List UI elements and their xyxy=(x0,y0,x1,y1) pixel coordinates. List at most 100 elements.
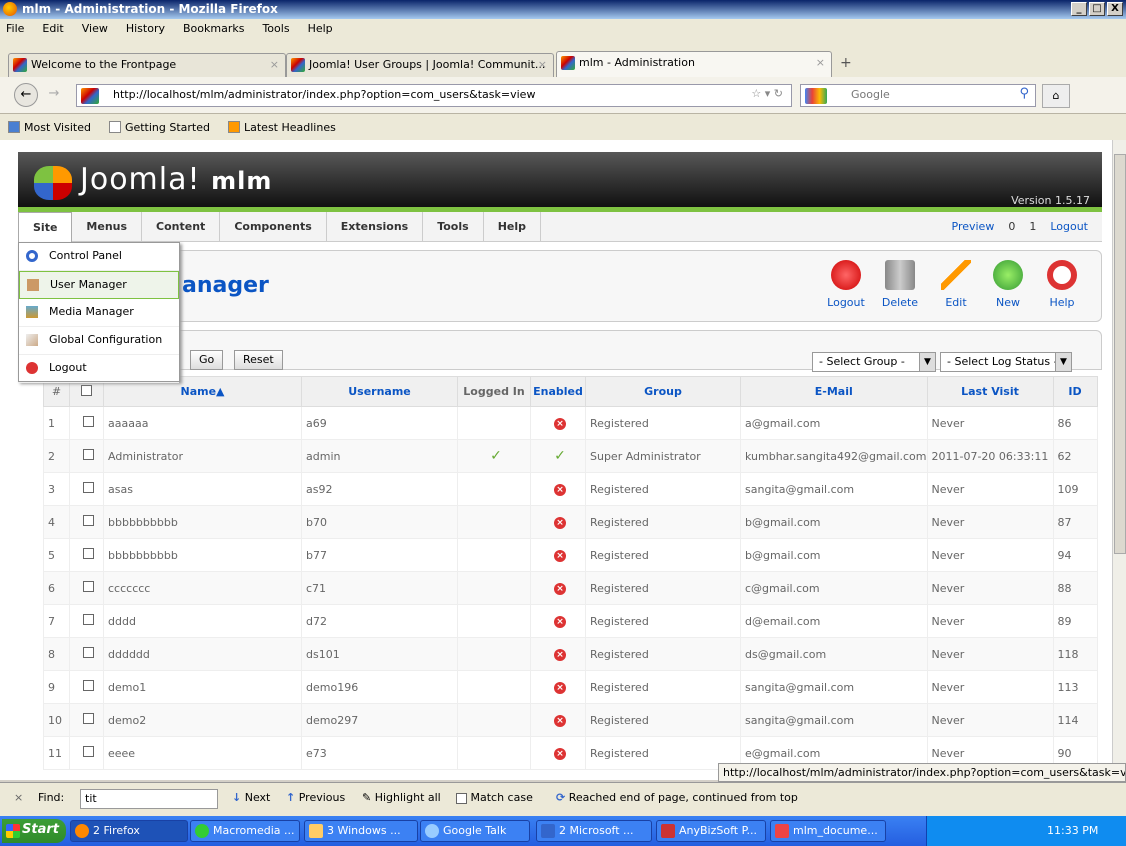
row-checkbox[interactable] xyxy=(69,703,104,737)
email-link[interactable]: b@gmail.com xyxy=(740,505,928,539)
taskbar-firefox[interactable]: 2 Firefox xyxy=(70,820,188,842)
taskbar-macromedia[interactable]: Macromedia ... xyxy=(190,820,300,842)
col-last-visit[interactable]: Last Visit xyxy=(926,376,1054,407)
menu-view[interactable]: View xyxy=(82,22,108,36)
row-checkbox[interactable] xyxy=(69,538,104,572)
taskbar-google-talk[interactable]: Google Talk xyxy=(420,820,530,842)
user-name-link[interactable]: dddddd xyxy=(103,637,302,671)
enabled-toggle[interactable]: × xyxy=(530,703,586,737)
enabled-toggle[interactable]: × xyxy=(530,505,586,539)
help-button[interactable]: Help xyxy=(1038,252,1086,309)
search-icon[interactable]: ⚲ xyxy=(1019,86,1029,101)
logout-link[interactable]: Logout xyxy=(1050,220,1088,233)
user-name-link[interactable]: demo2 xyxy=(103,703,302,737)
row-select-checkbox[interactable] xyxy=(83,647,94,658)
find-next-button[interactable]: ↓ Next xyxy=(232,791,270,804)
menu-control-panel[interactable]: Control Panel xyxy=(19,243,179,271)
messages-count[interactable]: 0 xyxy=(1008,220,1015,233)
user-name-link[interactable]: eeee xyxy=(103,736,302,770)
col-logged-in[interactable]: Logged In xyxy=(457,376,531,407)
user-name-link[interactable]: demo1 xyxy=(103,670,302,704)
user-name-link[interactable]: bbbbbbbbbb xyxy=(103,538,302,572)
bookmark-most-visited[interactable]: Most Visited xyxy=(8,119,91,135)
bookmark-latest-headlines[interactable]: Latest Headlines xyxy=(228,119,336,135)
go-button[interactable]: Go xyxy=(190,350,224,370)
users-count[interactable]: 1 xyxy=(1029,220,1036,233)
home-icon[interactable]: ⌂ xyxy=(1042,84,1070,108)
highlight-all-button[interactable]: ✎ Highlight all xyxy=(362,791,441,804)
match-case-checkbox[interactable]: Match case xyxy=(456,791,533,804)
enabled-toggle[interactable]: ✓ xyxy=(530,439,586,473)
enabled-toggle[interactable]: × xyxy=(530,406,586,440)
url-bar[interactable]: http://localhost/mlm/administrator/index… xyxy=(76,84,792,107)
tab-joomla-groups[interactable]: Joomla! User Groups | Joomla! Communit..… xyxy=(286,53,554,77)
enabled-toggle[interactable]: × xyxy=(530,604,586,638)
taskbar-anybizsoft[interactable]: AnyBizSoft P... xyxy=(656,820,766,842)
tab-close-icon[interactable]: × xyxy=(270,58,279,71)
delete-button[interactable]: Delete xyxy=(876,252,924,309)
row-select-checkbox[interactable] xyxy=(83,746,94,757)
maximize-button[interactable]: □ xyxy=(1089,2,1105,16)
menu-bookmarks[interactable]: Bookmarks xyxy=(183,22,244,36)
user-name-link[interactable]: bbbbbbbbbb xyxy=(103,505,302,539)
row-select-checkbox[interactable] xyxy=(83,449,94,460)
reset-button[interactable]: Reset xyxy=(234,350,283,370)
search-input[interactable]: Google ⚲ xyxy=(800,84,1036,107)
row-checkbox[interactable] xyxy=(69,670,104,704)
enabled-toggle[interactable]: × xyxy=(530,637,586,671)
row-select-checkbox[interactable] xyxy=(83,614,94,625)
tab-close-icon[interactable]: × xyxy=(538,58,547,71)
row-select-checkbox[interactable] xyxy=(83,515,94,526)
email-link[interactable]: d@email.com xyxy=(740,604,928,638)
menu-edit[interactable]: Edit xyxy=(42,22,63,36)
reload-icon[interactable]: ☆ ▾ ↻ xyxy=(751,87,783,100)
find-close-icon[interactable]: × xyxy=(14,791,23,804)
row-select-checkbox[interactable] xyxy=(83,416,94,427)
row-checkbox[interactable] xyxy=(69,472,104,506)
row-select-checkbox[interactable] xyxy=(83,713,94,724)
menu-tools[interactable]: Tools xyxy=(262,22,289,36)
email-link[interactable]: sangita@gmail.com xyxy=(740,670,928,704)
row-checkbox[interactable] xyxy=(69,406,104,440)
edit-button[interactable]: Edit xyxy=(932,252,980,309)
tab-frontpage[interactable]: Welcome to the Frontpage × xyxy=(8,53,286,77)
taskbar-microsoft[interactable]: 2 Microsoft ... xyxy=(536,820,652,842)
enabled-toggle[interactable]: × xyxy=(530,670,586,704)
row-select-checkbox[interactable] xyxy=(83,581,94,592)
tab-mlm-admin[interactable]: mlm - Administration × xyxy=(556,51,832,77)
email-link[interactable]: b@gmail.com xyxy=(740,538,928,572)
bookmark-getting-started[interactable]: Getting Started xyxy=(108,119,210,135)
row-checkbox[interactable] xyxy=(69,505,104,539)
row-select-checkbox[interactable] xyxy=(83,680,94,691)
taskbar-windows[interactable]: 3 Windows ... xyxy=(304,820,418,842)
tab-close-icon[interactable]: × xyxy=(816,56,825,69)
email-link[interactable]: ds@gmail.com xyxy=(740,637,928,671)
user-name-link[interactable]: ccccccc xyxy=(103,571,302,605)
row-checkbox[interactable] xyxy=(69,736,104,770)
user-name-link[interactable]: Administrator xyxy=(103,439,302,473)
email-link[interactable]: a@gmail.com xyxy=(740,406,928,440)
start-button[interactable]: Start xyxy=(2,819,66,843)
enabled-toggle[interactable]: × xyxy=(530,538,586,572)
user-name-link[interactable]: dddd xyxy=(103,604,302,638)
row-checkbox[interactable] xyxy=(69,637,104,671)
jmenu-help[interactable]: Help xyxy=(484,212,541,242)
find-previous-button[interactable]: ↑ Previous xyxy=(286,791,345,804)
col-username[interactable]: Username xyxy=(301,376,458,407)
enabled-toggle[interactable]: × xyxy=(530,472,586,506)
menu-user-manager[interactable]: User Manager xyxy=(19,271,179,299)
minimize-button[interactable]: _ xyxy=(1071,2,1087,16)
jmenu-extensions[interactable]: Extensions xyxy=(327,212,424,242)
col-id[interactable]: ID xyxy=(1052,376,1098,407)
row-checkbox[interactable] xyxy=(69,571,104,605)
new-tab-button[interactable]: + xyxy=(840,55,852,71)
user-name-link[interactable]: aaaaaa xyxy=(103,406,302,440)
jmenu-site[interactable]: Site xyxy=(18,212,73,242)
menu-history[interactable]: History xyxy=(126,22,165,36)
scrollbar-thumb[interactable] xyxy=(1114,154,1126,554)
col-group[interactable]: Group xyxy=(585,376,741,407)
jmenu-menus[interactable]: Menus xyxy=(72,212,143,242)
enabled-toggle[interactable]: × xyxy=(530,736,586,770)
group-select[interactable]: - Select Group - ▼ xyxy=(812,352,936,372)
row-select-checkbox[interactable] xyxy=(83,548,94,559)
